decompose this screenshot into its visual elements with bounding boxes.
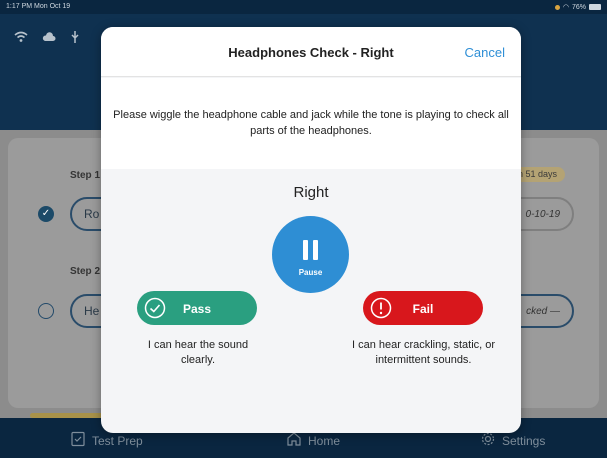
- pause-icon: [303, 240, 318, 260]
- home-icon: [286, 431, 302, 450]
- tab-test-prep[interactable]: Test Prep: [70, 431, 143, 450]
- dialog-title: Headphones Check - Right: [228, 45, 394, 60]
- battery-percent: 76%: [571, 3, 586, 11]
- status-indicators: ◠ 76%: [554, 3, 601, 11]
- headphones-check-dialog: Headphones Check - Right Cancel Please w…: [101, 27, 521, 433]
- tab-settings-label: Settings: [502, 433, 546, 448]
- tab-settings[interactable]: Settings: [480, 431, 545, 450]
- tab-test-prep-label: Test Prep: [92, 433, 143, 448]
- usb-icon: [70, 30, 80, 46]
- pass-button[interactable]: Pass: [137, 291, 257, 325]
- step2-label: Step 2: [70, 266, 101, 277]
- wifi-icon: ◠: [562, 4, 569, 11]
- pause-button[interactable]: Pause: [272, 216, 349, 293]
- step2-empty-circle-icon: [38, 303, 54, 319]
- instruction-panel: Please wiggle the headphone cable and ja…: [101, 78, 521, 169]
- cancel-button[interactable]: Cancel: [465, 45, 505, 60]
- header-icons: [14, 30, 80, 46]
- pause-label: Pause: [298, 268, 323, 277]
- pass-label: Pass: [182, 302, 212, 316]
- tab-home-label: Home: [308, 433, 341, 448]
- recording-dot-icon: [554, 4, 560, 10]
- instruction-text: Please wiggle the headphone cable and ja…: [113, 109, 509, 137]
- tab-home[interactable]: Home: [286, 431, 340, 450]
- battery-icon: [589, 4, 601, 10]
- fail-description: I can hear crackling, static, or intermi…: [351, 339, 496, 366]
- pass-description: I can hear the sound clearly.: [147, 339, 249, 366]
- step1-check-icon: ✓: [38, 206, 54, 222]
- cloud-icon: [42, 30, 56, 46]
- side-label: Right: [293, 184, 329, 201]
- dialog-header: Headphones Check - Right Cancel: [101, 27, 521, 77]
- wifi-icon: [14, 30, 28, 46]
- gear-icon: [480, 431, 496, 450]
- fail-button[interactable]: Fail: [363, 291, 483, 325]
- checklist-icon: [70, 431, 86, 450]
- fail-label: Fail: [412, 302, 434, 316]
- status-bar: 1:17 PM Mon Oct 19 ◠ 76%: [0, 0, 607, 14]
- step1-label: Step 1: [70, 170, 101, 181]
- status-time: 1:17 PM Mon Oct 19: [6, 3, 71, 10]
